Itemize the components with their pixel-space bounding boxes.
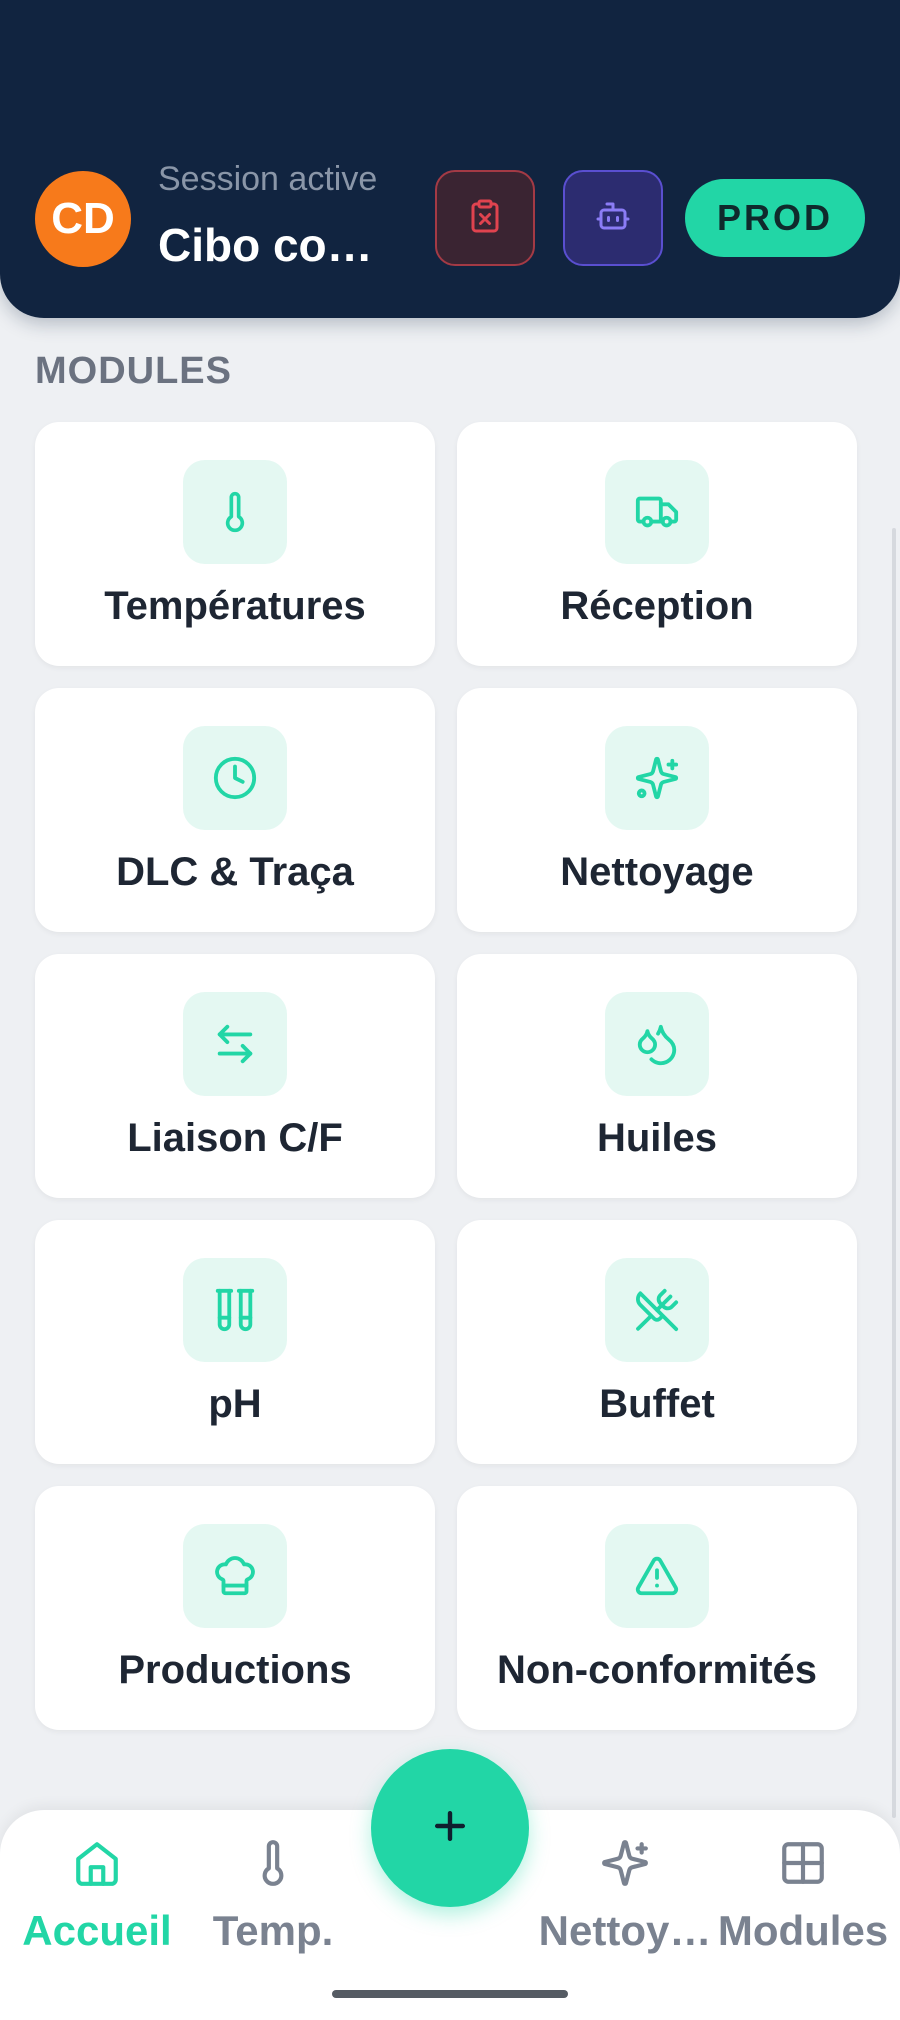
home-indicator xyxy=(332,1990,568,1998)
module-card-non-conformites[interactable]: Non-conformités xyxy=(457,1486,857,1730)
bot-icon xyxy=(595,198,631,239)
nav-item-nettoyage[interactable]: Nettoy… xyxy=(535,1838,715,1955)
module-label: Huiles xyxy=(596,1116,718,1160)
nav-label: Modules xyxy=(717,1907,889,1954)
module-label: Non-conformités xyxy=(497,1648,817,1692)
module-label: DLC & Traça xyxy=(116,850,354,894)
nav-label: Accueil xyxy=(22,1907,172,1954)
chef-hat-icon xyxy=(183,1524,287,1628)
module-label: Nettoyage xyxy=(560,850,754,894)
session-label: Session active xyxy=(158,160,378,198)
plus-icon xyxy=(428,1804,472,1853)
clipboard-x-icon xyxy=(467,198,503,239)
sparkles-icon xyxy=(600,1838,650,1893)
nav-label: Nettoy… xyxy=(538,1907,712,1954)
nav-item-modules[interactable]: Modules xyxy=(713,1838,893,1955)
utensils-crossed-icon xyxy=(605,1258,709,1362)
arrows-exchange-icon xyxy=(183,992,287,1096)
grid-icon xyxy=(778,1838,828,1893)
module-card-liaison[interactable]: Liaison C/F xyxy=(35,954,435,1198)
warning-triangle-icon xyxy=(605,1524,709,1628)
session-name: Cibo con… xyxy=(158,219,398,271)
truck-icon xyxy=(605,460,709,564)
droplets-icon xyxy=(605,992,709,1096)
thermometer-icon xyxy=(248,1838,298,1893)
module-label: Buffet xyxy=(599,1382,715,1426)
add-button[interactable] xyxy=(371,1749,529,1907)
module-card-nettoyage[interactable]: Nettoyage xyxy=(457,688,857,932)
module-card-buffet[interactable]: Buffet xyxy=(457,1220,857,1464)
clock-icon xyxy=(183,726,287,830)
module-label: Liaison C/F xyxy=(127,1116,343,1160)
header: CD Session active Cibo con… PROD xyxy=(0,0,900,318)
avatar[interactable]: CD xyxy=(35,171,131,267)
nav-label: Temp. xyxy=(212,1907,334,1954)
module-card-huiles[interactable]: Huiles xyxy=(457,954,857,1198)
nav-item-accueil[interactable]: Accueil xyxy=(7,1838,187,1955)
test-tubes-icon xyxy=(183,1258,287,1362)
module-label: Températures xyxy=(104,584,366,628)
module-card-productions[interactable]: Productions xyxy=(35,1486,435,1730)
thermometer-icon xyxy=(183,460,287,564)
module-label: pH xyxy=(208,1382,262,1426)
scrollbar[interactable] xyxy=(892,528,896,1818)
modules-grid: Températures Réception DLC & Traça Netto… xyxy=(35,422,857,1730)
clipboard-x-button[interactable] xyxy=(435,170,535,266)
assistant-button[interactable] xyxy=(563,170,663,266)
sparkles-icon xyxy=(605,726,709,830)
environment-badge[interactable]: PROD xyxy=(685,179,865,257)
home-icon xyxy=(72,1838,122,1893)
modules-title: MODULES xyxy=(35,350,232,392)
module-card-ph[interactable]: pH xyxy=(35,1220,435,1464)
module-card-temperatures[interactable]: Températures xyxy=(35,422,435,666)
module-card-dlc-traca[interactable]: DLC & Traça xyxy=(35,688,435,932)
module-card-reception[interactable]: Réception xyxy=(457,422,857,666)
module-label: Productions xyxy=(118,1648,352,1692)
nav-item-temp[interactable]: Temp. xyxy=(183,1838,363,1955)
module-label: Réception xyxy=(560,584,754,628)
